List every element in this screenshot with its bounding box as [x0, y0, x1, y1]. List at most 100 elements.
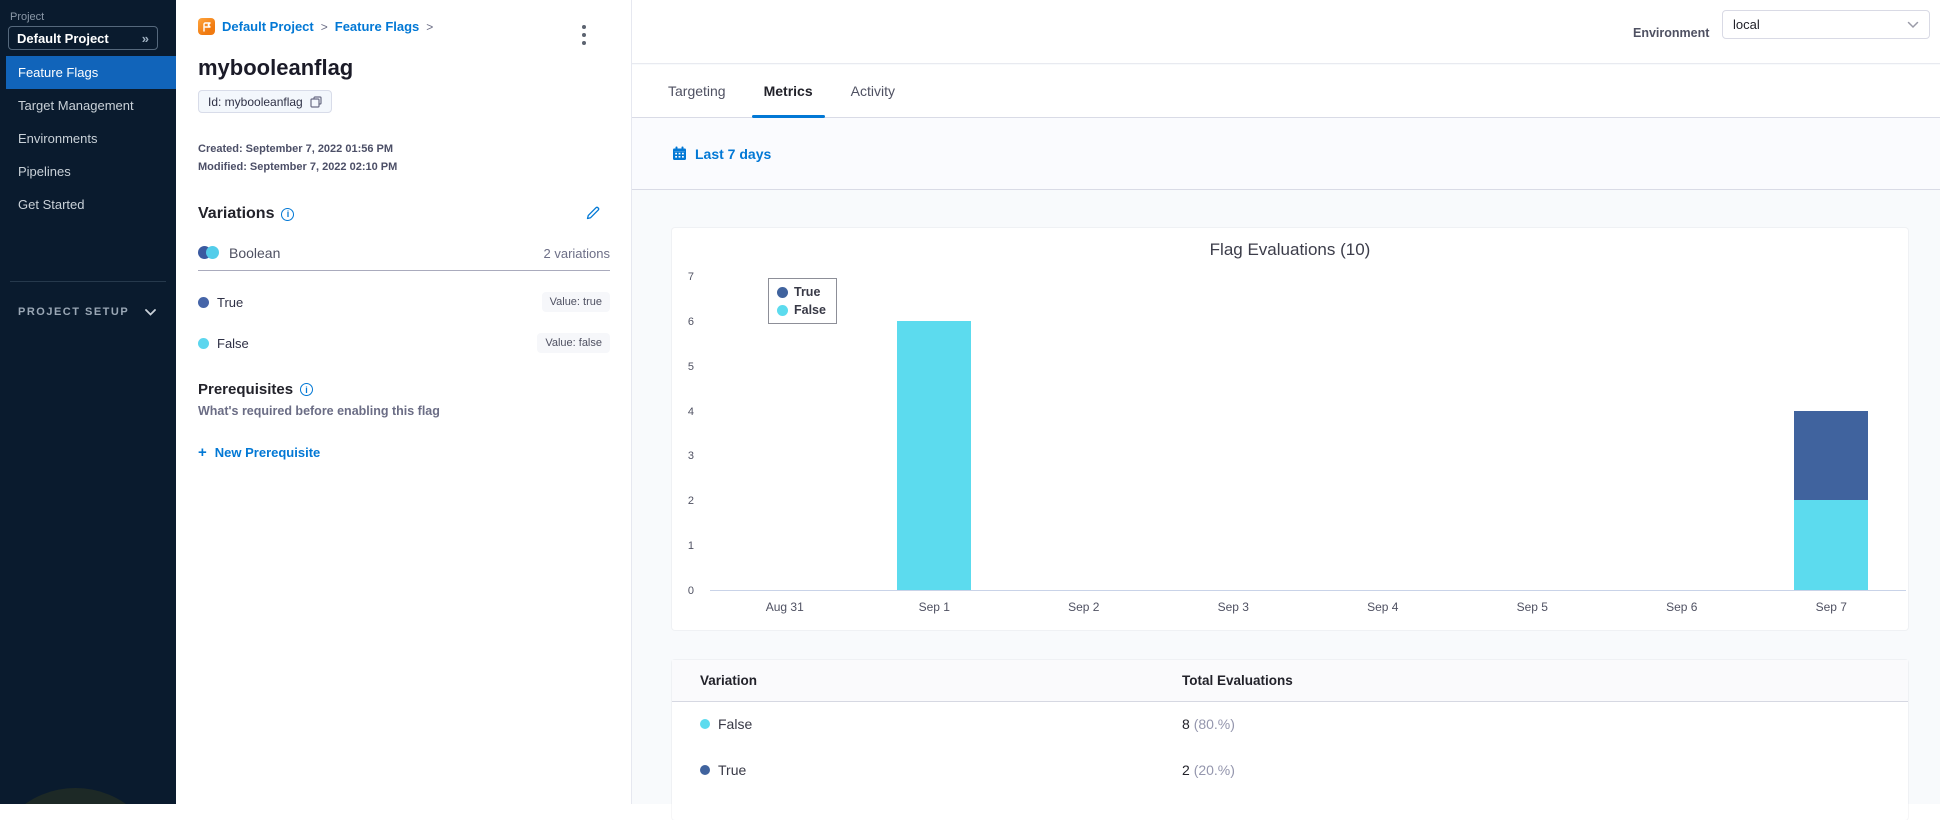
x-tick-label: Sep 6: [1607, 600, 1757, 614]
variations-heading: Variations i: [198, 205, 294, 223]
environment-value: local: [1733, 17, 1907, 32]
x-tick-label: Sep 2: [1009, 600, 1159, 614]
sidebar-item-get-started[interactable]: Get Started: [0, 188, 176, 221]
edit-variations-button[interactable]: [585, 205, 601, 221]
environment-label: Environment: [1633, 26, 1709, 40]
info-icon[interactable]: i: [300, 383, 313, 396]
variation-row-false: False Value: false: [198, 333, 610, 353]
chevron-down-icon: [145, 309, 156, 316]
flag-detail-panel: Default Project > Feature Flags > mybool…: [176, 0, 632, 804]
double-chevron-right-icon: »: [142, 31, 149, 46]
row-total: 2 (20.%): [1182, 762, 1235, 778]
table-header: Variation Total Evaluations: [672, 660, 1908, 702]
table-row-true: True 2 (20.%): [672, 748, 1908, 792]
feature-flags-module-icon: [198, 18, 215, 35]
y-tick-label: 2: [672, 494, 694, 508]
legend-entry[interactable]: True: [777, 283, 826, 301]
legend-dot: [777, 305, 788, 316]
divider: [198, 270, 610, 271]
sidebar-divider: [10, 281, 166, 282]
variation-type-row: Boolean 2 variations: [198, 245, 610, 261]
x-tick-label: Sep 5: [1458, 600, 1608, 614]
boolean-type-icon: [198, 246, 220, 260]
environment-header: Environment local: [632, 0, 1940, 64]
project-setup-label: PROJECT SETUP: [18, 306, 129, 318]
y-tick-label: 4: [672, 405, 694, 419]
sidebar-item-target-management[interactable]: Target Management: [0, 89, 176, 122]
x-tick-label: Aug 31: [710, 600, 860, 614]
variation-count: 2 variations: [544, 246, 610, 261]
y-tick-label: 1: [672, 539, 694, 553]
x-tick-label: Sep 1: [860, 600, 1010, 614]
sidebar-item-feature-flags[interactable]: Feature Flags: [6, 56, 176, 89]
y-tick-label: 3: [672, 449, 694, 463]
chart-legend: True False: [768, 278, 837, 324]
project-selector[interactable]: Default Project »: [8, 26, 158, 50]
copy-icon[interactable]: [310, 96, 322, 108]
metrics-panel: Environment local Targeting Metrics Acti…: [632, 0, 1940, 804]
sidebar-item-pipelines[interactable]: Pipelines: [0, 155, 176, 188]
prerequisites-description: What's required before enabling this fla…: [198, 404, 440, 418]
new-prerequisite-button[interactable]: + New Prerequisite: [198, 444, 320, 461]
x-tick-label: Sep 7: [1757, 600, 1907, 614]
evaluations-chart-card: Flag Evaluations (10) True False 0 1 2 3 4 5 6 7…: [672, 228, 1908, 630]
bar-false-sep-7[interactable]: [1794, 500, 1868, 590]
help-bubble-arc[interactable]: [0, 788, 163, 804]
column-variation: Variation: [700, 673, 757, 688]
environment-select[interactable]: local: [1722, 10, 1930, 39]
breadcrumb-separator: >: [321, 20, 328, 34]
column-total-evaluations: Total Evaluations: [1182, 673, 1293, 688]
table-row-false: False 8 (80.%): [672, 702, 1908, 746]
variation-name: False: [217, 336, 537, 351]
variation-name: True: [217, 295, 542, 310]
variation-type-label: Boolean: [229, 245, 544, 261]
chevron-down-icon: [1907, 21, 1919, 29]
x-tick-label: Sep 4: [1308, 600, 1458, 614]
info-icon[interactable]: i: [281, 208, 294, 221]
y-tick-label: 5: [672, 360, 694, 374]
flag-modified: Modified: September 7, 2022 02:10 PM: [198, 161, 397, 173]
plus-icon: +: [198, 444, 207, 461]
sidebar-item-environments[interactable]: Environments: [0, 122, 176, 155]
new-prerequisite-label: New Prerequisite: [215, 445, 321, 460]
sidebar: Project Default Project » Feature Flags …: [0, 0, 176, 804]
variation-value-pill: Value: true: [542, 292, 610, 312]
pencil-icon: [585, 205, 601, 221]
prerequisites-heading: Prerequisites i: [198, 381, 313, 398]
breadcrumb-feature-flags[interactable]: Feature Flags: [335, 19, 420, 34]
legend-label: False: [794, 303, 826, 317]
sidebar-nav: Feature Flags Target Management Environm…: [0, 56, 176, 221]
tab-activity[interactable]: Activity: [839, 65, 907, 117]
bar-true-sep-7[interactable]: [1794, 411, 1868, 501]
true-variation-dot: [700, 765, 710, 775]
variation-value-pill: Value: false: [537, 333, 610, 353]
date-range-bar: Last 7 days: [632, 118, 1940, 190]
chart-title: Flag Evaluations (10): [672, 240, 1908, 260]
flag-created: Created: September 7, 2022 01:56 PM: [198, 143, 393, 155]
project-setup-toggle[interactable]: PROJECT SETUP: [18, 306, 156, 318]
true-variation-dot: [198, 297, 209, 308]
flag-id-label: Id: mybooleanflag: [208, 95, 303, 109]
project-selector-value: Default Project: [17, 31, 142, 46]
false-variation-dot: [198, 338, 209, 349]
breadcrumb: Default Project > Feature Flags >: [198, 18, 433, 35]
x-tick-label: Sep 3: [1159, 600, 1309, 614]
tab-metrics[interactable]: Metrics: [752, 65, 825, 117]
breadcrumb-default-project[interactable]: Default Project: [222, 19, 314, 34]
flag-tabs: Targeting Metrics Activity: [632, 65, 1940, 118]
evaluations-table-card: Variation Total Evaluations False 8 (80.…: [672, 660, 1908, 820]
false-variation-dot: [700, 719, 710, 729]
legend-entry[interactable]: False: [777, 301, 826, 319]
y-tick-label: 7: [672, 270, 694, 284]
row-variation-name: True: [718, 762, 746, 778]
variation-row-true: True Value: true: [198, 292, 610, 312]
chart-plot-area: [710, 277, 1906, 591]
tab-targeting[interactable]: Targeting: [656, 65, 738, 117]
kebab-menu-icon[interactable]: [575, 20, 593, 50]
y-tick-label: 6: [672, 315, 694, 329]
bar-false-sep-1[interactable]: [897, 321, 971, 590]
date-range-button[interactable]: Last 7 days: [672, 146, 771, 162]
flag-id-pill[interactable]: Id: mybooleanflag: [198, 90, 332, 113]
y-tick-label: 0: [672, 584, 694, 598]
legend-dot: [777, 287, 788, 298]
